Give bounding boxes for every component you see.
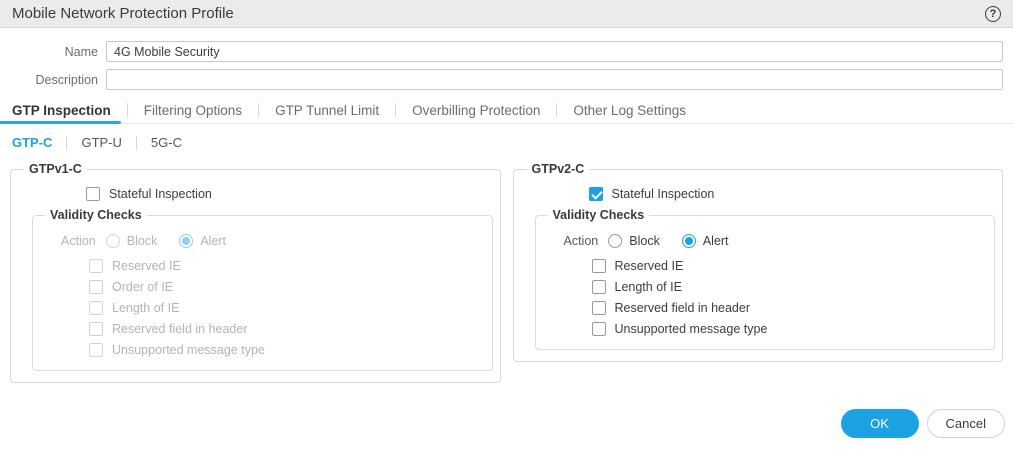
gtpv2c-action-block-label[interactable]: Block xyxy=(629,234,660,248)
tab-gtp-tunnel-limit[interactable]: GTP Tunnel Limit xyxy=(273,97,381,123)
gtpv2c-checks-list: Reserved IE Length of IE Reserved field … xyxy=(592,259,991,336)
gtpv2c-check-reserved-field-in-header: Reserved field in header xyxy=(592,301,991,315)
tab-bar: GTP Inspection Filtering Options GTP Tun… xyxy=(0,97,1013,124)
gtpv2c-validity-checks-group: Validity Checks Action Block Alert Reser… xyxy=(535,208,996,350)
gtpv1c-unsupported-message-type-checkbox xyxy=(89,343,103,357)
gtpv2c-check-length-of-ie: Length of IE xyxy=(592,280,991,294)
tab-gtp-inspection[interactable]: GTP Inspection xyxy=(10,97,113,123)
gtpv1c-order-of-ie-label: Order of IE xyxy=(112,280,173,294)
gtpv1c-action-row: Action Block Alert xyxy=(61,234,488,248)
tab-divider xyxy=(395,103,396,117)
gtpv2c-length-of-ie-checkbox[interactable] xyxy=(592,280,606,294)
gtpv1c-validity-checks-group: Validity Checks Action Block Alert Reser… xyxy=(32,208,493,371)
ok-button[interactable]: OK xyxy=(841,409,919,438)
gtpv1c-action-block-label: Block xyxy=(127,234,158,248)
subtab-gtp-c[interactable]: GTP-C xyxy=(10,135,54,150)
gtpv2c-check-unsupported-message-type: Unsupported message type xyxy=(592,322,991,336)
panel-gtpv1-c-legend: GTPv1-C xyxy=(24,162,87,176)
name-label: Name xyxy=(10,45,106,59)
gtpv2c-reserved-ie-checkbox[interactable] xyxy=(592,259,606,273)
panel-gtpv2-c: GTPv2-C Stateful Inspection Validity Che… xyxy=(513,162,1004,362)
gtp-c-panels: GTPv1-C Stateful Inspection Validity Che… xyxy=(10,162,1003,383)
gtpv2c-unsupported-message-type-label[interactable]: Unsupported message type xyxy=(615,322,768,336)
gtpv1c-check-reserved-ie: Reserved IE xyxy=(89,259,488,273)
dialog-title-bar: Mobile Network Protection Profile ? xyxy=(0,0,1013,28)
profile-form: Name Description xyxy=(0,28,1013,90)
gtpv1c-action-alert-radio xyxy=(179,234,193,248)
gtpv2c-action-row: Action Block Alert xyxy=(564,234,991,248)
gtpv1c-checks-list: Reserved IE Order of IE Length of IE Res… xyxy=(89,259,488,357)
name-input[interactable] xyxy=(106,41,1003,62)
name-field-row: Name xyxy=(10,41,1003,62)
tab-filtering-options[interactable]: Filtering Options xyxy=(142,97,244,123)
gtpv1c-action-alert-option: Alert xyxy=(179,234,226,248)
tab-divider xyxy=(127,103,128,117)
gtpv2c-action-label: Action xyxy=(564,234,599,248)
tab-overbilling-protection[interactable]: Overbilling Protection xyxy=(410,97,542,123)
gtpv2c-action-alert-label[interactable]: Alert xyxy=(703,234,729,248)
gtpv2c-action-block-option: Block xyxy=(608,234,660,248)
gtpv1c-validity-checks-legend: Validity Checks xyxy=(45,208,147,222)
gtpv1c-action-block-option: Block xyxy=(106,234,158,248)
tab-divider xyxy=(258,103,259,117)
gtpv1c-action-block-radio xyxy=(106,234,120,248)
gtpv2c-length-of-ie-label[interactable]: Length of IE xyxy=(615,280,682,294)
gtpv2c-reserved-field-in-header-label[interactable]: Reserved field in header xyxy=(615,301,751,315)
gtpv2c-stateful-inspection-checkbox[interactable] xyxy=(589,187,603,201)
subtab-divider xyxy=(136,136,137,150)
dialog-footer: OK Cancel xyxy=(841,409,1005,438)
gtpv2c-validity-checks-legend: Validity Checks xyxy=(548,208,650,222)
gtpv1c-reserved-field-in-header-label: Reserved field in header xyxy=(112,322,248,336)
cancel-button[interactable]: Cancel xyxy=(927,409,1005,438)
gtpv1c-check-unsupported-message-type: Unsupported message type xyxy=(89,343,488,357)
gtpv2c-action-alert-option: Alert xyxy=(682,234,729,248)
tab-divider xyxy=(556,103,557,117)
gtpv1c-reserved-field-in-header-checkbox xyxy=(89,322,103,336)
description-label: Description xyxy=(10,73,106,87)
gtpv1c-check-order-of-ie: Order of IE xyxy=(89,280,488,294)
gtpv2c-action-block-radio[interactable] xyxy=(608,234,622,248)
help-icon[interactable]: ? xyxy=(985,6,1001,22)
description-field-row: Description xyxy=(10,69,1003,90)
description-input[interactable] xyxy=(106,69,1003,90)
panel-gtpv1-c: GTPv1-C Stateful Inspection Validity Che… xyxy=(10,162,501,383)
gtpv1c-stateful-inspection-label[interactable]: Stateful Inspection xyxy=(109,187,212,201)
gtpv1c-unsupported-message-type-label: Unsupported message type xyxy=(112,343,265,357)
subtab-divider xyxy=(66,136,67,150)
gtpv1c-check-reserved-field-in-header: Reserved field in header xyxy=(89,322,488,336)
page-title: Mobile Network Protection Profile xyxy=(12,5,234,22)
gtpv1c-length-of-ie-label: Length of IE xyxy=(112,301,179,315)
gtpv1c-reserved-ie-label: Reserved IE xyxy=(112,259,181,273)
gtpv1c-action-label: Action xyxy=(61,234,96,248)
panel-gtpv2-c-legend: GTPv2-C xyxy=(527,162,590,176)
gtpv1c-order-of-ie-checkbox xyxy=(89,280,103,294)
gtpv1c-length-of-ie-checkbox xyxy=(89,301,103,315)
subtab-gtp-u[interactable]: GTP-U xyxy=(79,135,123,150)
gtpv1c-reserved-ie-checkbox xyxy=(89,259,103,273)
gtpv2c-stateful-inspection-row: Stateful Inspection xyxy=(589,187,998,201)
gtpv2c-action-alert-radio[interactable] xyxy=(682,234,696,248)
subtab-5g-c[interactable]: 5G-C xyxy=(149,135,184,150)
tab-other-log-settings[interactable]: Other Log Settings xyxy=(571,97,688,123)
subtab-bar: GTP-C GTP-U 5G-C xyxy=(10,135,1013,150)
gtpv2c-unsupported-message-type-checkbox[interactable] xyxy=(592,322,606,336)
gtpv1c-check-length-of-ie: Length of IE xyxy=(89,301,488,315)
gtpv2c-stateful-inspection-label[interactable]: Stateful Inspection xyxy=(612,187,715,201)
gtpv2c-reserved-field-in-header-checkbox[interactable] xyxy=(592,301,606,315)
gtpv2c-check-reserved-ie: Reserved IE xyxy=(592,259,991,273)
gtpv2c-reserved-ie-label[interactable]: Reserved IE xyxy=(615,259,684,273)
gtpv1c-stateful-inspection-row: Stateful Inspection xyxy=(86,187,495,201)
gtpv1c-action-alert-label: Alert xyxy=(200,234,226,248)
gtpv1c-stateful-inspection-checkbox[interactable] xyxy=(86,187,100,201)
